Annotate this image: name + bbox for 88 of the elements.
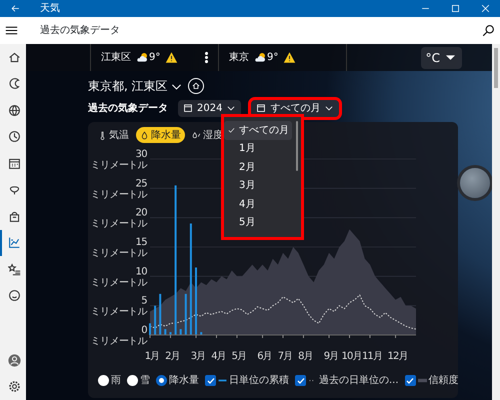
- round-image-button[interactable]: [460, 168, 490, 198]
- precipitation-bar: [180, 329, 182, 335]
- menu-button[interactable]: [5, 24, 18, 37]
- menu-item[interactable]: 4月: [224, 195, 292, 214]
- partly-cloudy-icon: [254, 51, 267, 64]
- menu-item[interactable]: 2月: [224, 158, 292, 176]
- legend-toggle[interactable]: 降水量: [156, 373, 199, 388]
- clock-icon: [8, 130, 20, 144]
- temperature: 9°: [149, 51, 160, 65]
- home-button[interactable]: [188, 78, 204, 94]
- band-swatch-icon: [418, 376, 427, 385]
- legend-toggle[interactable]: 過去の日単位の...: [295, 373, 399, 388]
- page-title: 過去の気象データ: [40, 24, 120, 38]
- window-title: 天気: [40, 2, 60, 16]
- location-name[interactable]: 江東区: [101, 50, 131, 65]
- checkbox[interactable]: [404, 375, 416, 386]
- year-dropdown[interactable]: 2024: [178, 100, 242, 116]
- menu-item[interactable]: すべての月: [224, 121, 292, 140]
- x-axis-label: 8月: [298, 351, 313, 362]
- globe-icon: [8, 104, 20, 117]
- x-axis-label: 10月: [341, 351, 362, 362]
- y-axis-label: 20 ミリメートル: [90, 208, 147, 230]
- partly-cloudy-icon: [136, 51, 149, 64]
- legend-toggle[interactable]: 信頼度: [404, 373, 459, 388]
- radio-button[interactable]: [127, 375, 138, 386]
- tab[interactable]: 気温: [94, 127, 133, 143]
- calendar-icon: [183, 103, 193, 113]
- x-axis-label: 3月: [190, 351, 206, 362]
- search-icon: [482, 24, 495, 37]
- precipitation-bar: [154, 306, 156, 335]
- precipitation-bar: [159, 294, 162, 335]
- check-icon: [228, 126, 235, 134]
- x-axis-label: 2月: [165, 351, 180, 362]
- x-axis-label: 9月: [324, 351, 338, 362]
- radio-button[interactable]: [156, 375, 167, 386]
- x-axis-label: 12月: [388, 351, 408, 362]
- thermometer-icon: [98, 130, 107, 140]
- checkbox[interactable]: [205, 375, 216, 386]
- section-title: 過去の気象データ: [88, 102, 168, 116]
- x-axis-label: 4月: [211, 351, 226, 362]
- place-dropdown[interactable]: 東京都, 江東区: [88, 77, 184, 95]
- settings-icon: [8, 380, 20, 394]
- x-axis-label: 7月: [278, 351, 292, 362]
- x-axis-label: 1月: [144, 351, 160, 362]
- home-icon: [8, 50, 20, 64]
- y-axis-label: 10 ミリメートル: [90, 266, 147, 288]
- menu-icon: [5, 24, 18, 37]
- calendar-icon: [8, 156, 20, 170]
- menu-item[interactable]: 1月: [224, 140, 292, 158]
- avatar-icon: [8, 354, 20, 367]
- precipitation-bar: [164, 329, 166, 335]
- precipitation-bar: [200, 332, 202, 335]
- menu-item[interactable]: 3月: [224, 176, 292, 195]
- y-axis-label: 0 ミリメートル: [90, 325, 147, 347]
- menu-item[interactable]: 5月: [224, 214, 292, 232]
- drop-icon: [140, 130, 149, 140]
- x-axis-label: 11月: [362, 351, 382, 362]
- home-icon: [191, 81, 202, 91]
- scrollbar-thumb[interactable]: [296, 121, 298, 171]
- checkbox[interactable]: [295, 375, 306, 386]
- smiley-icon: [8, 289, 20, 302]
- y-axis-label: 30 ミリメートル: [90, 149, 147, 171]
- chart-icon: [8, 236, 20, 250]
- y-axis-label: 25 ミリメートル: [90, 178, 147, 200]
- x-axis-label: 5月: [232, 351, 246, 362]
- precipitation-bar: [184, 294, 187, 335]
- close-icon: [480, 4, 490, 13]
- crescent-icon: [8, 77, 20, 90]
- legend-toggle[interactable]: 日単位の累積: [205, 373, 289, 388]
- maximize-icon: [450, 4, 460, 13]
- location-name[interactable]: 東京: [229, 50, 249, 65]
- humidity-icon: [192, 130, 201, 140]
- month-dropdown[interactable]: すべての月: [251, 100, 340, 116]
- x-axis-label: 6月: [257, 351, 272, 362]
- back-arrow-icon: [10, 4, 20, 13]
- calendar-icon: [256, 103, 266, 113]
- bag-icon: [8, 210, 20, 223]
- radio-button[interactable]: [98, 375, 109, 386]
- legend-toggle[interactable]: 雪: [127, 373, 150, 388]
- legend-toggle[interactable]: 雨: [98, 373, 121, 388]
- tab[interactable]: 降水量: [136, 127, 185, 143]
- search-button[interactable]: [482, 24, 495, 37]
- scrollbar-thumb[interactable]: [494, 48, 498, 88]
- y-axis-label: 15 ミリメートル: [90, 237, 147, 259]
- temperature: 9°: [267, 51, 278, 65]
- unit-dropdown[interactable]: °C: [420, 46, 462, 68]
- y-axis-label: 5 ミリメートル: [90, 296, 147, 318]
- star-list-icon: [8, 262, 20, 276]
